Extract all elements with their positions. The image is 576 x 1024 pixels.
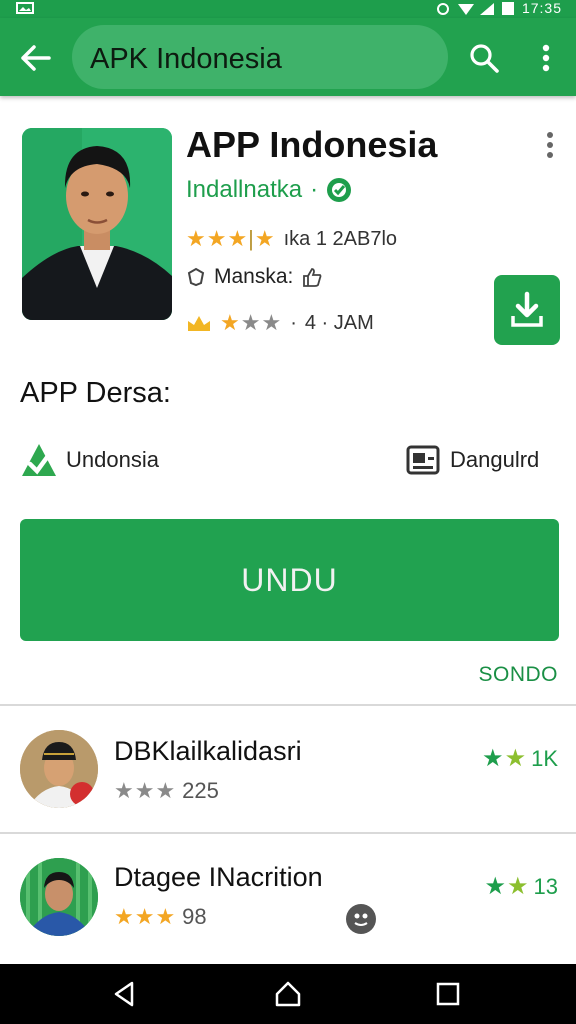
- dot: [547, 132, 553, 138]
- image-notification-icon: [16, 1, 34, 17]
- arrow-back-icon: [21, 45, 51, 71]
- search-icon: [470, 44, 499, 73]
- search-button[interactable]: [462, 36, 506, 80]
- verified-icon: [327, 178, 352, 202]
- app-rating-row: ★★★|★ ıka 1 2AB7lo: [186, 226, 397, 252]
- install-button[interactable]: UNDU: [20, 519, 559, 641]
- status-bar: 17:35: [0, 0, 576, 18]
- system-nav-bar: [0, 964, 576, 1024]
- dot: [547, 142, 553, 148]
- green-stars-icon: ★★: [482, 745, 528, 772]
- award-badge-icon: [188, 316, 210, 331]
- dot: [547, 152, 553, 158]
- developer-link[interactable]: Indallnatka ·: [186, 176, 352, 204]
- list-item-rating: ★★★ 225: [114, 778, 219, 804]
- meta-row: ★★★ · 4 · JAM: [186, 310, 374, 336]
- shield-icon: [187, 267, 205, 287]
- thumb-up-icon: [303, 268, 322, 287]
- green-stars-icon: ★★: [484, 873, 530, 900]
- list-item-score-value: 1K: [531, 745, 558, 771]
- device-icon: [406, 445, 440, 475]
- list-item-title: DBKlailkalidasri: [114, 736, 302, 766]
- badge-icon: [70, 782, 94, 806]
- list-item-score: ★★ 1K: [482, 744, 558, 773]
- more-options-button[interactable]: [526, 36, 566, 80]
- device-text: Dangulrd: [450, 447, 540, 472]
- status-time: 17:35: [521, 0, 562, 16]
- search-title: APK Indonesia: [90, 43, 282, 75]
- meta-stars-icon: ★★★: [220, 310, 283, 335]
- meta-dot: ·: [290, 311, 297, 334]
- alarm-icon: [436, 2, 450, 15]
- nav-recents-icon: [436, 982, 460, 1006]
- back-button[interactable]: [14, 36, 58, 80]
- rating-stars-icon: ★★★: [114, 904, 177, 929]
- star-rating-icon: ★★★|★: [186, 226, 276, 251]
- signal-icon: [479, 2, 494, 15]
- developer-name: Indallnatka: [186, 176, 303, 203]
- emoji-icon: [346, 904, 376, 934]
- nav-home-button[interactable]: [268, 974, 308, 1014]
- compat-text: Undonsia: [66, 447, 159, 472]
- avatar: [20, 730, 98, 808]
- list-item-score: ★★ 13: [484, 872, 558, 901]
- compat-info: Undonsia: [20, 442, 159, 478]
- nav-home-icon: [275, 981, 301, 1007]
- developer-separator: ·: [310, 176, 319, 203]
- maker-row: Manska:: [186, 265, 323, 289]
- app-icon: [22, 128, 172, 320]
- rating-text: ıka 1 2AB7lo: [283, 227, 398, 250]
- maker-label: Manska:: [214, 265, 294, 288]
- rating-stars-icon: ★★★: [114, 778, 177, 803]
- nav-recents-button[interactable]: [428, 974, 468, 1014]
- app-overflow-button[interactable]: [538, 128, 562, 162]
- more-vert-icon: [542, 44, 550, 72]
- list-item-rating: ★★★ 98: [114, 904, 207, 930]
- description-title: APP Dersa:: [20, 377, 171, 409]
- nav-back-button[interactable]: [104, 974, 144, 1014]
- app-bar: APK Indonesia: [0, 18, 576, 96]
- list-item-rating-value: 98: [182, 904, 207, 929]
- nav-back-icon: [114, 981, 134, 1007]
- download-button[interactable]: [494, 275, 560, 345]
- avatar: [20, 858, 98, 936]
- battery-icon: [501, 1, 514, 15]
- check-badge-icon: [22, 444, 56, 476]
- list-item-title: Dtagee INacrition: [114, 862, 323, 892]
- search-field[interactable]: APK Indonesia: [72, 25, 448, 89]
- list-item[interactable]: Dtagee INacrition ★★★ 98 ★★ 13: [0, 834, 576, 958]
- wifi-icon: [457, 2, 474, 15]
- install-button-label: UNDU: [241, 561, 338, 598]
- see-more-link[interactable]: SONDO: [478, 663, 558, 687]
- list-item[interactable]: DBKlailkalidasri ★★★ 225 ★★ 1K: [0, 706, 576, 830]
- list-item-score-value: 13: [533, 873, 558, 899]
- list-item-rating-value: 225: [182, 778, 219, 803]
- device-info: Dangulrd: [406, 445, 539, 475]
- app-name: APP Indonesia: [186, 124, 438, 165]
- download-icon: [511, 291, 543, 327]
- meta-value: 4 · JAM: [304, 311, 374, 334]
